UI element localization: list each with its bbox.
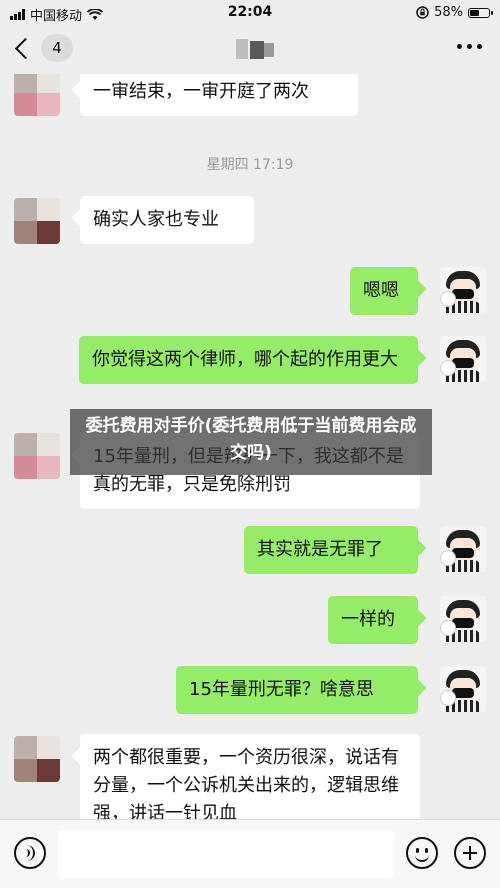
sent-message-bubble[interactable]: 一样的: [328, 596, 418, 644]
self-avatar[interactable]: [440, 267, 486, 313]
contact-name-redacted: [236, 39, 276, 59]
battery-percent: 58%: [434, 5, 463, 20]
self-avatar[interactable]: [440, 526, 486, 572]
battery-fill: [470, 9, 480, 16]
self-avatar[interactable]: [440, 596, 486, 642]
contact-avatar[interactable]: [14, 74, 60, 116]
voice-icon[interactable]: [14, 837, 46, 869]
article-title-overlay: 委托费用对手价(委托费用低于当前费用会成交吗): [70, 409, 432, 475]
contact-avatar[interactable]: [14, 198, 60, 244]
sent-message-bubble[interactable]: 15年量刑无罪？啥意思: [176, 666, 418, 714]
more-dots-icon[interactable]: [457, 44, 482, 49]
contact-avatar[interactable]: [14, 433, 60, 479]
sent-message-bubble[interactable]: 其实就是无罪了: [244, 526, 418, 574]
sent-message-bubble[interactable]: 嗯嗯: [350, 267, 418, 315]
self-avatar[interactable]: [440, 666, 486, 712]
received-message-bubble[interactable]: 两个都很重要，一个资历很深，说话有分量，一个公诉机关出来的，逻辑思维强，讲话一针…: [80, 734, 420, 819]
status-bar: 中国移动 22:04 58%: [0, 0, 500, 26]
back-chevron-icon: [14, 37, 37, 59]
message-input[interactable]: [58, 830, 394, 878]
received-message-bubble[interactable]: 一审结束，一审开庭了两次: [80, 74, 358, 116]
plus-icon[interactable]: [454, 837, 486, 869]
unread-count-badge: 4: [41, 34, 73, 62]
back-button[interactable]: 4: [12, 34, 73, 62]
self-avatar[interactable]: [440, 336, 486, 382]
screen-lock-icon: [416, 6, 429, 19]
emoji-icon[interactable]: [406, 837, 438, 869]
timestamp-divider: 星期四 17:19: [206, 157, 294, 173]
battery-icon: [468, 7, 493, 18]
input-bar: [0, 819, 500, 888]
received-message-bubble[interactable]: 确实人家也专业: [80, 196, 254, 244]
sent-message-bubble[interactable]: 你觉得这两个律师，哪个起的作用更大: [79, 336, 418, 384]
chat-header: 4: [0, 26, 500, 74]
contact-avatar[interactable]: [14, 736, 60, 782]
